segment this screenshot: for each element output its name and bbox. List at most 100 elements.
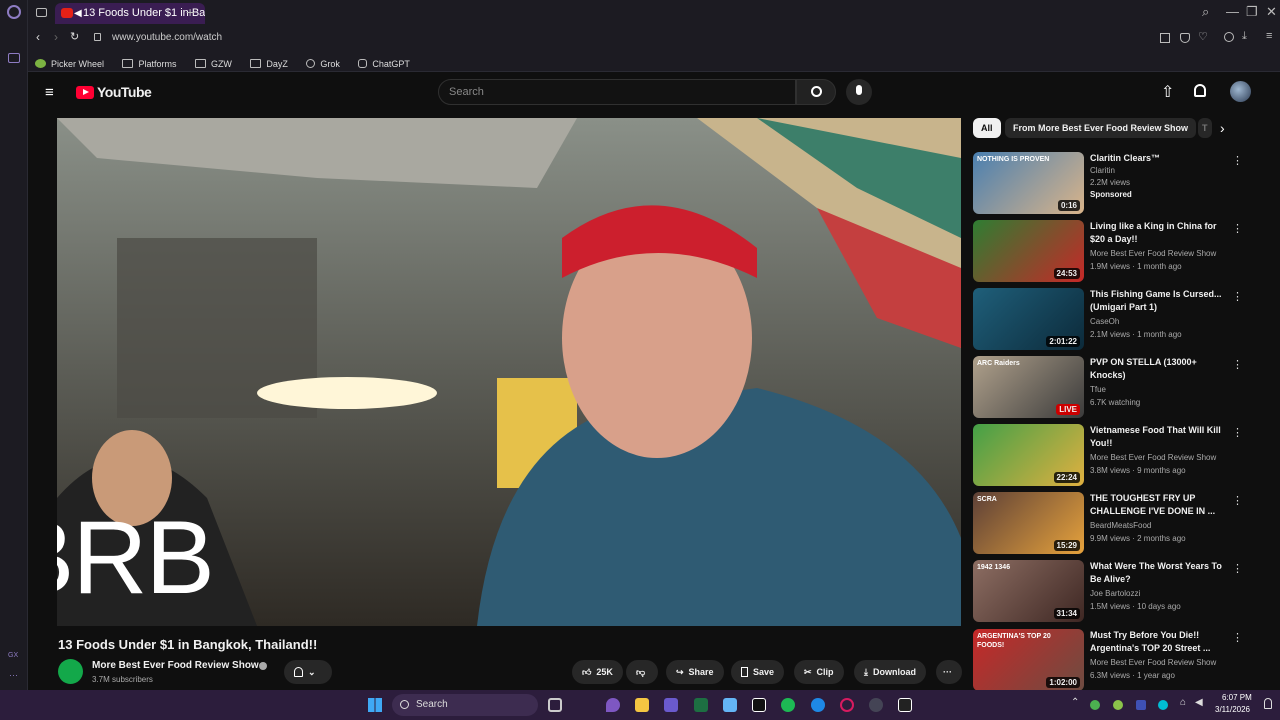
bell-icon[interactable] <box>1194 84 1206 97</box>
tray-app-icon[interactable] <box>1090 700 1100 710</box>
rec-menu-icon[interactable]: ⋮ <box>1232 222 1243 235</box>
tray-app3-icon[interactable] <box>1136 700 1146 710</box>
rec-title[interactable]: Must Try Before You Die!! Argentina's TO… <box>1090 629 1230 655</box>
menu-icon[interactable]: ≡ <box>1266 30 1272 42</box>
rec-thumbnail[interactable]: ARGENTINA'S TOP 20 FOODS! 1:02:00 <box>973 629 1084 691</box>
rec-title[interactable]: Claritin Clears™ <box>1090 152 1230 165</box>
notepad-icon[interactable] <box>723 698 737 712</box>
forward-icon[interactable]: › <box>54 30 58 44</box>
rec-video-card[interactable]: 2:01:22 This Fishing Game Is Cursed... (U… <box>973 288 1243 352</box>
clock-date[interactable]: 3/11/2026 <box>1215 705 1250 714</box>
rec-video-card[interactable]: 24:53 Living like a King in China for $20… <box>973 220 1243 284</box>
bookmark-platforms[interactable]: Platforms <box>122 59 176 69</box>
rec-thumbnail[interactable]: 1942 1346 31:34 <box>973 560 1084 622</box>
chip-from-channel[interactable]: From More Best Ever Food Review Show <box>1005 118 1197 138</box>
channel-name[interactable]: More Best Ever Food Review Show <box>92 660 259 671</box>
capcut-icon[interactable] <box>752 698 766 712</box>
droplet-icon[interactable] <box>606 698 620 712</box>
steam-icon[interactable] <box>869 698 883 712</box>
rec-menu-icon[interactable]: ⋮ <box>1232 494 1243 507</box>
clock-time[interactable]: 6:07 PM <box>1222 693 1252 702</box>
rec-menu-icon[interactable]: ⋮ <box>1232 290 1243 303</box>
dw7-icon[interactable] <box>898 698 912 712</box>
rec-title[interactable]: Living like a King in China for $20 a Da… <box>1090 220 1230 246</box>
taskbar-search[interactable]: Search <box>392 694 538 716</box>
download-browser-icon[interactable]: ⤓ <box>1242 30 1247 43</box>
rec-menu-icon[interactable]: ⋮ <box>1232 358 1243 371</box>
lock-icon[interactable] <box>94 33 101 41</box>
bookmark-grok[interactable]: Grok <box>306 59 340 69</box>
task-view-icon[interactable] <box>548 698 562 712</box>
windows-start-icon[interactable] <box>368 698 382 712</box>
sidebar-gx-label[interactable]: GX <box>8 652 18 659</box>
snapshot-icon[interactable] <box>1160 33 1170 43</box>
file-explorer-icon[interactable] <box>635 698 649 712</box>
rec-thumbnail[interactable]: 22:24 <box>973 424 1084 486</box>
bookmark-gzw[interactable]: GZW <box>194 59 232 69</box>
edge-icon[interactable] <box>811 698 825 712</box>
new-tab-button[interactable]: + <box>186 4 194 20</box>
share-button[interactable]: ↪ Share <box>666 660 724 684</box>
maximize-icon[interactable]: ❐ <box>1246 4 1258 20</box>
search-input[interactable]: Search <box>438 79 796 105</box>
rec-video-card[interactable]: 1942 1346 31:34 What Were The Worst Years … <box>973 560 1243 624</box>
rec-thumbnail[interactable]: 24:53 <box>973 220 1084 282</box>
search-tabs-icon[interactable]: ⌕ <box>1202 4 1209 20</box>
chip-partial[interactable]: T <box>1198 118 1212 138</box>
network-icon[interactable]: ⌂ <box>1180 697 1186 708</box>
voice-search-button[interactable] <box>846 79 872 105</box>
volume-icon[interactable]: ◀ <box>1195 697 1203 708</box>
rec-title[interactable]: What Were The Worst Years To Be Alive? <box>1090 560 1230 586</box>
rec-title[interactable]: PVP ON STELLA (13000+ Knocks) <box>1090 356 1230 382</box>
rec-thumbnail[interactable]: SCRA 15:29 <box>973 492 1084 554</box>
opera-gx-icon[interactable] <box>840 698 854 712</box>
channel-avatar[interactable] <box>58 659 83 684</box>
rec-channel[interactable]: Claritin <box>1090 166 1115 175</box>
youtube-logo[interactable]: YouTube <box>76 84 152 100</box>
dislike-button[interactable]: 👎︎ <box>626 660 658 684</box>
rec-title[interactable]: This Fishing Game Is Cursed... (Umigari … <box>1090 288 1230 314</box>
rec-title[interactable]: THE TOUGHEST FRY UP CHALLENGE I'VE DONE … <box>1090 492 1230 518</box>
tray-app4-icon[interactable] <box>1158 700 1168 710</box>
minimize-icon[interactable]: — <box>1226 4 1239 19</box>
ai-icon[interactable] <box>8 53 20 63</box>
bookmark-dayz[interactable]: DayZ <box>250 59 288 69</box>
rec-channel[interactable]: Tfue <box>1090 385 1106 394</box>
rec-video-card[interactable]: ARC Raiders LIVE PVP ON STELLA (13000+ Kno… <box>973 356 1243 420</box>
profile-icon[interactable] <box>1224 32 1234 42</box>
rec-channel[interactable]: BeardMeatsFood <box>1090 521 1151 530</box>
tab-active[interactable]: ◀ 13 Foods Under $1 in Ba <box>55 3 205 24</box>
bookmark-chatgpt[interactable]: ChatGPT <box>358 59 410 69</box>
hamburger-icon[interactable]: ≡ <box>45 84 54 101</box>
like-button[interactable]: 👍︎ 25K <box>572 660 623 684</box>
rec-title[interactable]: Vietnamese Food That Will Kill You!! <box>1090 424 1230 450</box>
close-window-icon[interactable]: ✕ <box>1266 4 1277 20</box>
rec-menu-icon[interactable]: ⋮ <box>1232 631 1243 644</box>
back-icon[interactable]: ‹ <box>36 30 40 44</box>
heart-icon[interactable]: ♡ <box>1198 30 1208 43</box>
avatar[interactable] <box>1230 81 1251 102</box>
rec-thumbnail[interactable]: ARC Raiders LIVE <box>973 356 1084 418</box>
save-button[interactable]: Save <box>731 660 785 684</box>
rec-channel[interactable]: More Best Ever Food Review Show <box>1090 249 1216 258</box>
apps-grid-icon[interactable] <box>664 698 678 712</box>
shield-icon[interactable] <box>1180 33 1190 43</box>
tray-chevron-icon[interactable]: ⌃ <box>1071 697 1079 708</box>
chip-all[interactable]: All <box>973 118 1001 138</box>
url-field[interactable]: www.youtube.com/watch <box>112 32 222 43</box>
rec-thumbnail[interactable]: 2:01:22 <box>973 288 1084 350</box>
spotify-icon[interactable] <box>781 698 795 712</box>
rec-thumbnail[interactable]: NOTHING IS PROVEN 0:16 <box>973 152 1084 214</box>
excel-icon[interactable] <box>694 698 708 712</box>
rec-video-card[interactable]: NOTHING IS PROVEN 0:16 Claritin Clears™ Cla… <box>973 152 1243 216</box>
reload-icon[interactable]: ↻ <box>70 30 79 43</box>
bookmark-picker-wheel[interactable]: Picker Wheel <box>35 59 104 69</box>
tray-app2-icon[interactable] <box>1113 700 1123 710</box>
more-icon[interactable]: ··· <box>9 670 18 680</box>
rec-channel[interactable]: More Best Ever Food Review Show <box>1090 453 1216 462</box>
rec-channel[interactable]: CaseOh <box>1090 317 1119 326</box>
video-player[interactable]: BRB <box>57 118 961 626</box>
rec-video-card[interactable]: ARGENTINA'S TOP 20 FOODS! 1:02:00 Must Try… <box>973 629 1243 693</box>
rec-menu-icon[interactable]: ⋮ <box>1232 154 1243 167</box>
download-button[interactable]: ⤓ Download <box>854 660 926 684</box>
